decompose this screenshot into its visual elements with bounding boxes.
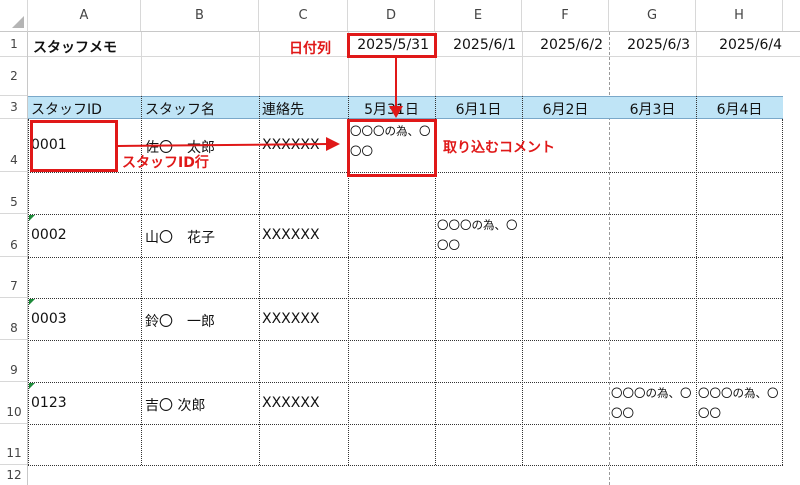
annotation-staff-row: スタッフID行	[122, 155, 209, 171]
staff-arrow-head	[326, 137, 340, 151]
annotation-import-comment: 取り込むコメント	[443, 140, 555, 156]
annotation-date-column: 日付列	[289, 41, 331, 57]
annotation-arrows	[117, 58, 403, 151]
date-arrow-head	[389, 106, 403, 118]
spreadsheet: A B C D E F G H 1 2 3 4 5 6 7 8 9 10 11 …	[0, 0, 800, 485]
staff-arrow-line	[117, 143, 329, 147]
